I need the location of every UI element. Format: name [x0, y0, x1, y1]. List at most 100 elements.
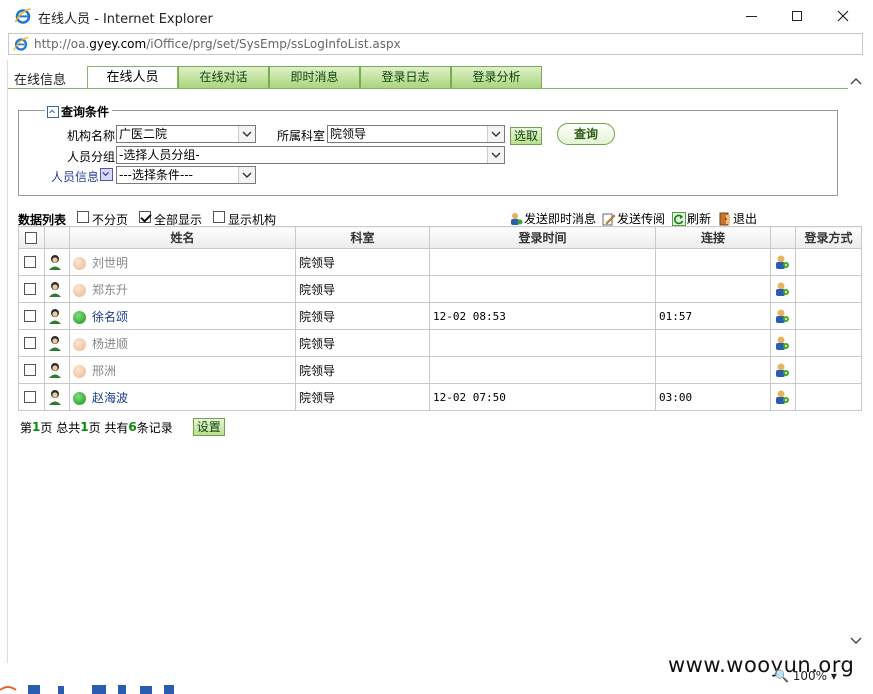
dept-select[interactable]: 院领导 — [327, 125, 505, 143]
scroll-down-chevron-icon[interactable] — [849, 634, 863, 648]
row-checkbox[interactable] — [24, 256, 36, 268]
no-paging-checkbox[interactable] — [77, 211, 89, 223]
exit-label: 退出 — [733, 212, 758, 226]
tab-login-log[interactable]: 登录日志 — [360, 66, 451, 88]
current-page: 1 — [32, 420, 41, 434]
exit-action[interactable]: 退出 — [718, 210, 757, 227]
status-dot-icon — [73, 256, 86, 270]
tab-online-users[interactable]: 在线人员 — [87, 66, 178, 89]
user-icon — [49, 255, 61, 270]
column-header-login-method[interactable]: 登录方式 — [795, 226, 862, 249]
tab-instant-message[interactable]: 即时消息 — [269, 66, 360, 88]
table-row[interactable]: 杨进顺 院领导 — [18, 329, 862, 357]
name-cell[interactable]: 杨进顺 — [69, 329, 296, 357]
group-select[interactable]: -选择人员分组- — [116, 146, 505, 164]
address-bar[interactable]: http://oa.gyey.com/iOffice/prg/set/SysEm… — [8, 33, 863, 55]
dept-cell: 院领导 — [295, 248, 430, 276]
send-message-icon[interactable] — [774, 281, 790, 297]
select-all-cell — [18, 226, 45, 249]
login-time-cell: 12-02 08:53 — [429, 302, 656, 330]
maximize-button[interactable] — [774, 0, 820, 32]
send-message-icon[interactable] — [774, 254, 790, 270]
edit-document-icon — [602, 213, 616, 225]
user-icon-cell — [44, 248, 70, 276]
row-checkbox[interactable] — [24, 364, 36, 376]
send-message-icon[interactable] — [774, 389, 790, 405]
user-icon — [49, 309, 61, 324]
message-cell — [770, 383, 796, 411]
column-header-dept[interactable]: 科室 — [295, 226, 430, 249]
select-button[interactable]: 选取 — [510, 127, 542, 145]
select-all-checkbox[interactable] — [25, 232, 37, 244]
send-message-icon[interactable] — [774, 335, 790, 351]
status-dot-icon — [73, 364, 86, 378]
tab-online-info[interactable]: 在线信息 — [14, 69, 66, 88]
row-checkbox[interactable] — [24, 283, 36, 295]
query-button[interactable]: 查询 — [557, 123, 615, 145]
message-cell — [770, 248, 796, 276]
zoom-level[interactable]: 🔍 100% ▾ — [774, 669, 837, 683]
name-cell[interactable]: 赵海波 — [69, 383, 296, 411]
scroll-up-chevron-icon[interactable] — [849, 74, 863, 88]
status-dot-icon — [73, 337, 86, 351]
page-content: 在线信息 在线人员 在线对话 即时消息 登录日志 登录分析 查询条件 机构名称 … — [8, 60, 865, 663]
tab-online-chat[interactable]: 在线对话 — [178, 66, 269, 88]
minimize-button[interactable] — [728, 0, 774, 32]
message-cell — [770, 356, 796, 384]
settings-button[interactable]: 设置 — [192, 418, 225, 436]
table-row[interactable]: 邢洲 院领导 — [18, 356, 862, 384]
status-dot-icon — [73, 310, 86, 324]
chevron-down-icon — [238, 126, 255, 142]
column-header-connection[interactable]: 连接 — [655, 226, 771, 249]
send-message-icon[interactable] — [774, 308, 790, 324]
dept-cell: 院领导 — [295, 302, 430, 330]
connection-cell — [655, 356, 771, 384]
user-icon — [49, 363, 61, 378]
tab-login-analysis[interactable]: 登录分析 — [451, 66, 542, 88]
name-cell[interactable]: 徐名颂 — [69, 302, 296, 330]
user-name[interactable]: 徐名颂 — [92, 310, 128, 324]
record-count: 6 — [128, 420, 137, 434]
send-circulate-action[interactable]: 发送传阅 — [602, 210, 665, 227]
name-cell[interactable]: 郑东升 — [69, 275, 296, 303]
column-header-name[interactable]: 姓名 — [69, 226, 296, 249]
send-message-action[interactable]: 发送即时消息 — [509, 210, 596, 227]
close-icon — [837, 10, 849, 22]
show-org-checkbox[interactable] — [213, 211, 225, 223]
send-message-icon[interactable] — [774, 362, 790, 378]
user-icon — [49, 336, 61, 351]
info-select[interactable]: ---选择条件--- — [116, 166, 256, 184]
login-time-cell — [429, 356, 656, 384]
refresh-action[interactable]: 刷新 — [672, 210, 711, 227]
user-name[interactable]: 杨进顺 — [92, 337, 128, 351]
user-name[interactable]: 赵海波 — [92, 391, 128, 405]
column-header-login-time[interactable]: 登录时间 — [429, 226, 656, 249]
user-name[interactable]: 刘世明 — [92, 256, 128, 270]
table-row[interactable]: 刘世明 院领导 — [18, 248, 862, 276]
table-row[interactable]: 徐名颂 院领导 12-02 08:53 01:57 — [18, 302, 862, 330]
close-button[interactable] — [820, 0, 866, 32]
login-time-cell — [429, 329, 656, 357]
org-select[interactable]: 广医二院 — [116, 125, 256, 143]
name-cell[interactable]: 刘世明 — [69, 248, 296, 276]
collapse-icon[interactable] — [47, 105, 59, 118]
expand-filter-icon[interactable] — [100, 168, 113, 181]
row-checkbox[interactable] — [24, 337, 36, 349]
table-row[interactable]: 赵海波 院领导 12-02 07:50 03:00 — [18, 383, 862, 411]
row-checkbox[interactable] — [24, 310, 36, 322]
icon-header — [44, 226, 70, 249]
user-name[interactable]: 邢洲 — [92, 364, 116, 378]
row-checkbox[interactable] — [24, 391, 36, 403]
login-method-cell — [795, 302, 862, 330]
table-row[interactable]: 郑东升 院领导 — [18, 275, 862, 303]
show-all-checkbox[interactable] — [139, 211, 151, 223]
pager-text: 页 共有 — [88, 420, 129, 435]
chevron-down-icon — [238, 167, 255, 183]
pager-text: 第 — [20, 420, 33, 435]
refresh-label: 刷新 — [687, 212, 712, 226]
dept-cell: 院领导 — [295, 383, 430, 411]
user-icon-cell — [44, 275, 70, 303]
user-name[interactable]: 郑东升 — [92, 283, 128, 297]
name-cell[interactable]: 邢洲 — [69, 356, 296, 384]
user-icon — [49, 390, 61, 405]
